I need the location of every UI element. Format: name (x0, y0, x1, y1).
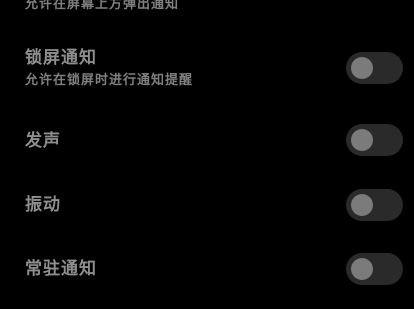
notification-settings-list: 允许在屏幕上方弹出通知 锁屏通知 允许在锁屏时进行通知提醒 发声 振动 常驻通知 (0, 0, 414, 309)
persistent-notification-toggle[interactable] (346, 253, 403, 285)
lockscreen-notification-toggle[interactable] (346, 52, 403, 84)
vibration-toggle[interactable] (346, 189, 403, 221)
toggle-knob (351, 258, 373, 280)
toggle-knob (351, 57, 373, 79)
setting-description: 允许在锁屏时进行通知提醒 (25, 73, 194, 88)
toggle-knob (351, 194, 373, 216)
toggle-knob (351, 129, 373, 151)
setting-title: 常驻通知 (25, 259, 97, 279)
setting-description: 允许在屏幕上方弹出通知 (25, 0, 180, 12)
setting-title: 发声 (25, 131, 61, 151)
setting-title: 锁屏通知 (25, 48, 97, 68)
setting-title: 振动 (25, 195, 61, 215)
sound-toggle[interactable] (346, 124, 403, 156)
setting-row-lockscreen-notification: 锁屏通知 允许在锁屏时进行通知提醒 (0, 48, 414, 94)
setting-row-sound: 发声 (0, 124, 414, 158)
setting-row-persistent-notification: 常驻通知 (0, 253, 414, 287)
setting-row-popup-notification: 允许在屏幕上方弹出通知 (0, 0, 414, 16)
setting-row-vibration: 振动 (0, 189, 414, 223)
